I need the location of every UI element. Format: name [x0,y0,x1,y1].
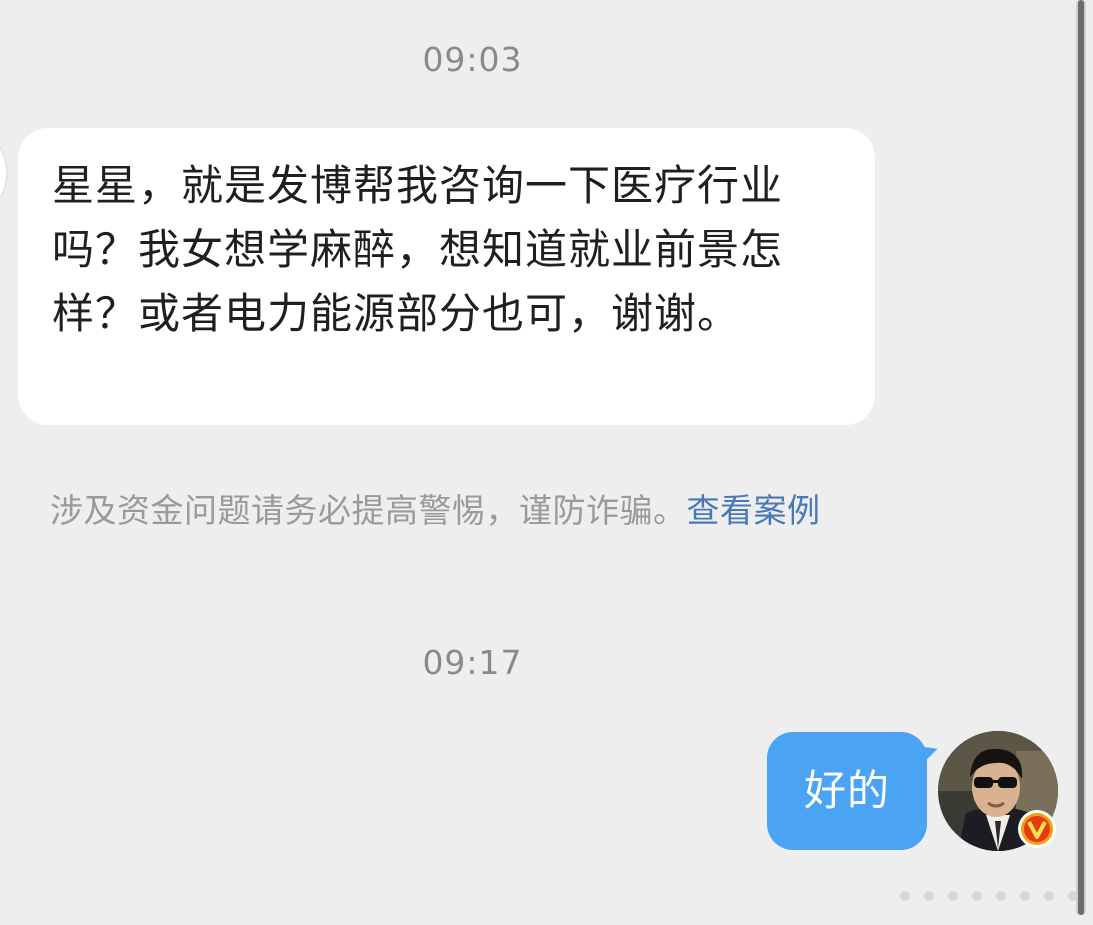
timestamp: 09:03 [422,40,523,79]
fraud-warning-text: 涉及资金问题请务必提高警惕，谨防诈骗。 [50,491,687,530]
outgoing-message-bubble[interactable]: 好的 [767,732,927,850]
watermark-dots-icon [900,891,1078,901]
verified-badge-icon [1018,810,1056,848]
scrollbar-thumb[interactable] [1078,0,1084,915]
sender-avatar[interactable] [0,138,6,208]
view-cases-link[interactable]: 查看案例 [687,491,821,530]
fraud-warning: 涉及资金问题请务必提高警惕，谨防诈骗。查看案例 [50,484,821,532]
incoming-message-bubble[interactable]: 星星，就是发博帮我咨询一下医疗行业吗？我女想学麻醉，想知道就业前景怎样？或者电力… [18,128,875,425]
timestamp: 09:17 [422,643,523,682]
